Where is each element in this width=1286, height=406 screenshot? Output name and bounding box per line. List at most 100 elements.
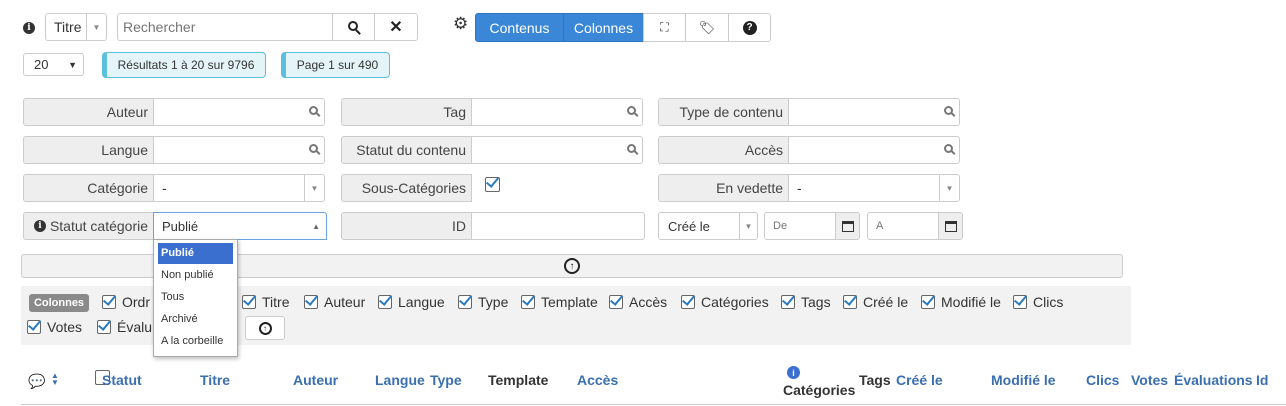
checkbox[interactable] xyxy=(304,295,318,309)
dropdown-option-corbeille[interactable]: A la corbeille xyxy=(154,330,237,352)
filter-select-statut-categorie[interactable]: Publié ▲ xyxy=(153,212,327,240)
dropdown-option-archive[interactable]: Archivé xyxy=(154,308,237,330)
column-toggle-modifie-le[interactable]: Modifié le xyxy=(921,294,1001,310)
sort-icon[interactable]: ▲ ▼ xyxy=(51,372,59,387)
search-field-select[interactable]: Titre ▼ xyxy=(45,13,107,41)
header-titre[interactable]: Titre xyxy=(200,372,230,388)
checkbox[interactable] xyxy=(521,295,535,309)
column-toggle-auteur[interactable]: Auteur xyxy=(304,294,365,310)
search-input[interactable] xyxy=(117,13,333,41)
checkbox[interactable] xyxy=(921,295,935,309)
checkbox[interactable] xyxy=(843,295,857,309)
filter-label-text: ID xyxy=(452,218,466,234)
collapse-columns-button[interactable]: ↑ xyxy=(245,316,285,340)
filter-label-text: Tag xyxy=(443,104,466,120)
gear-icon[interactable]: ⚙ xyxy=(453,14,468,34)
column-toggle-label: Modifié le xyxy=(941,294,1001,310)
header-modifie-le[interactable]: Modifié le xyxy=(991,372,1056,388)
column-toggle-acces[interactable]: Accès xyxy=(609,294,667,310)
filter-input-auteur[interactable] xyxy=(153,98,325,126)
dropdown-option-tous[interactable]: Tous xyxy=(154,286,237,308)
header-cree-le[interactable]: Créé le xyxy=(896,372,943,388)
per-page-select[interactable]: 20 ▼ xyxy=(23,53,84,76)
tree-view-button[interactable]: ⛶ xyxy=(643,13,686,42)
filter-label-auteur: Auteur xyxy=(23,98,154,126)
tags-button[interactable]: 🏷 xyxy=(685,13,729,42)
page-badge: Page 1 sur 490 xyxy=(281,52,390,78)
filter-input-acces[interactable] xyxy=(788,136,960,164)
checkbox[interactable] xyxy=(458,295,472,309)
sitemap-icon: ⛶ xyxy=(660,20,669,34)
table-header-divider xyxy=(21,404,1286,405)
dropdown-option-non-publie[interactable]: Non publié xyxy=(154,264,237,286)
tab-contenus[interactable]: Contenus xyxy=(475,13,564,42)
date-from-calendar-button[interactable] xyxy=(835,212,860,240)
chevron-down-icon: ▼ xyxy=(739,213,757,239)
checkbox[interactable] xyxy=(781,295,795,309)
filter-input-statut-contenu[interactable] xyxy=(471,136,643,164)
sous-categories-checkbox[interactable] xyxy=(485,177,500,192)
column-toggle-label: Tags xyxy=(801,294,831,310)
clear-search-button[interactable]: ✕ xyxy=(374,13,418,41)
header-id[interactable]: Id xyxy=(1256,372,1268,388)
checkbox[interactable] xyxy=(242,295,256,309)
column-toggle-label: Créé le xyxy=(863,294,909,310)
checkbox[interactable] xyxy=(27,320,41,334)
date-to-calendar-button[interactable] xyxy=(938,212,963,240)
comments-icon[interactable]: 💬 xyxy=(28,373,45,390)
checkbox[interactable] xyxy=(97,320,111,334)
filter-input-langue[interactable] xyxy=(153,136,325,164)
checkbox[interactable] xyxy=(102,295,116,309)
checkbox[interactable] xyxy=(681,295,695,309)
header-votes[interactable]: Votes xyxy=(1131,372,1168,388)
filter-input-type-contenu[interactable] xyxy=(788,98,960,126)
header-auteur[interactable]: Auteur xyxy=(293,372,338,388)
search-button[interactable] xyxy=(332,13,375,41)
column-toggle-ordre[interactable]: Ordr xyxy=(102,294,150,310)
column-toggle-label: Ordr xyxy=(122,294,150,310)
filter-input-id[interactable] xyxy=(471,212,645,240)
header-langue[interactable]: Langue xyxy=(375,372,425,388)
question-icon: ? xyxy=(742,20,757,35)
checkbox[interactable] xyxy=(1013,295,1027,309)
search-icon xyxy=(309,144,318,153)
filter-label-text: Catégorie xyxy=(87,180,148,196)
filter-select-en-vedette[interactable]: - ▼ xyxy=(788,174,960,202)
header-acces[interactable]: Accès xyxy=(577,372,618,388)
checkbox[interactable] xyxy=(378,295,392,309)
header-clics[interactable]: Clics xyxy=(1086,372,1119,388)
filter-label-statut-contenu: Statut du contenu xyxy=(341,136,472,164)
arrow-up-circle-icon: ↑ xyxy=(258,321,272,335)
tab-colonnes[interactable]: Colonnes xyxy=(563,13,644,42)
filter-label-en-vedette: En vedette xyxy=(658,174,789,202)
column-toggle-cree-le[interactable]: Créé le xyxy=(843,294,908,310)
filter-label-text: Type de contenu xyxy=(679,104,783,120)
info-icon[interactable]: i xyxy=(787,366,800,379)
column-toggle-categories[interactable]: Catégories xyxy=(681,294,769,310)
date-field-select[interactable]: Créé le ▼ xyxy=(658,212,758,240)
help-button[interactable]: ? xyxy=(728,13,771,42)
column-toggle-template[interactable]: Template xyxy=(521,294,598,310)
header-tags: Tags xyxy=(859,372,891,388)
filter-select-categorie[interactable]: - ▼ xyxy=(153,174,325,202)
info-icon[interactable]: i xyxy=(33,220,46,232)
chevron-up-icon: ▲ xyxy=(312,222,320,231)
column-toggle-titre[interactable]: Titre xyxy=(242,294,289,310)
header-evaluations[interactable]: Évaluations xyxy=(1174,372,1253,388)
filter-label-sous-categories: Sous-Catégories xyxy=(341,174,472,202)
header-type[interactable]: Type xyxy=(430,372,462,388)
date-from-input[interactable] xyxy=(764,212,836,240)
header-statut[interactable]: Statut xyxy=(102,372,142,388)
column-toggle-evaluations[interactable]: Évalu xyxy=(97,319,152,335)
column-toggle-langue[interactable]: Langue xyxy=(378,294,445,310)
column-toggle-type[interactable]: Type xyxy=(458,294,508,310)
column-toggle-tags[interactable]: Tags xyxy=(781,294,831,310)
date-to-input[interactable] xyxy=(867,212,939,240)
column-toggle-clics[interactable]: Clics xyxy=(1013,294,1063,310)
column-toggle-votes[interactable]: Votes xyxy=(27,319,82,335)
column-toggle-label: Accès xyxy=(629,294,668,310)
info-icon[interactable]: i xyxy=(23,18,35,34)
dropdown-option-publie[interactable]: Publié xyxy=(158,243,233,264)
filter-input-tag[interactable] xyxy=(471,98,643,126)
checkbox[interactable] xyxy=(609,295,623,309)
